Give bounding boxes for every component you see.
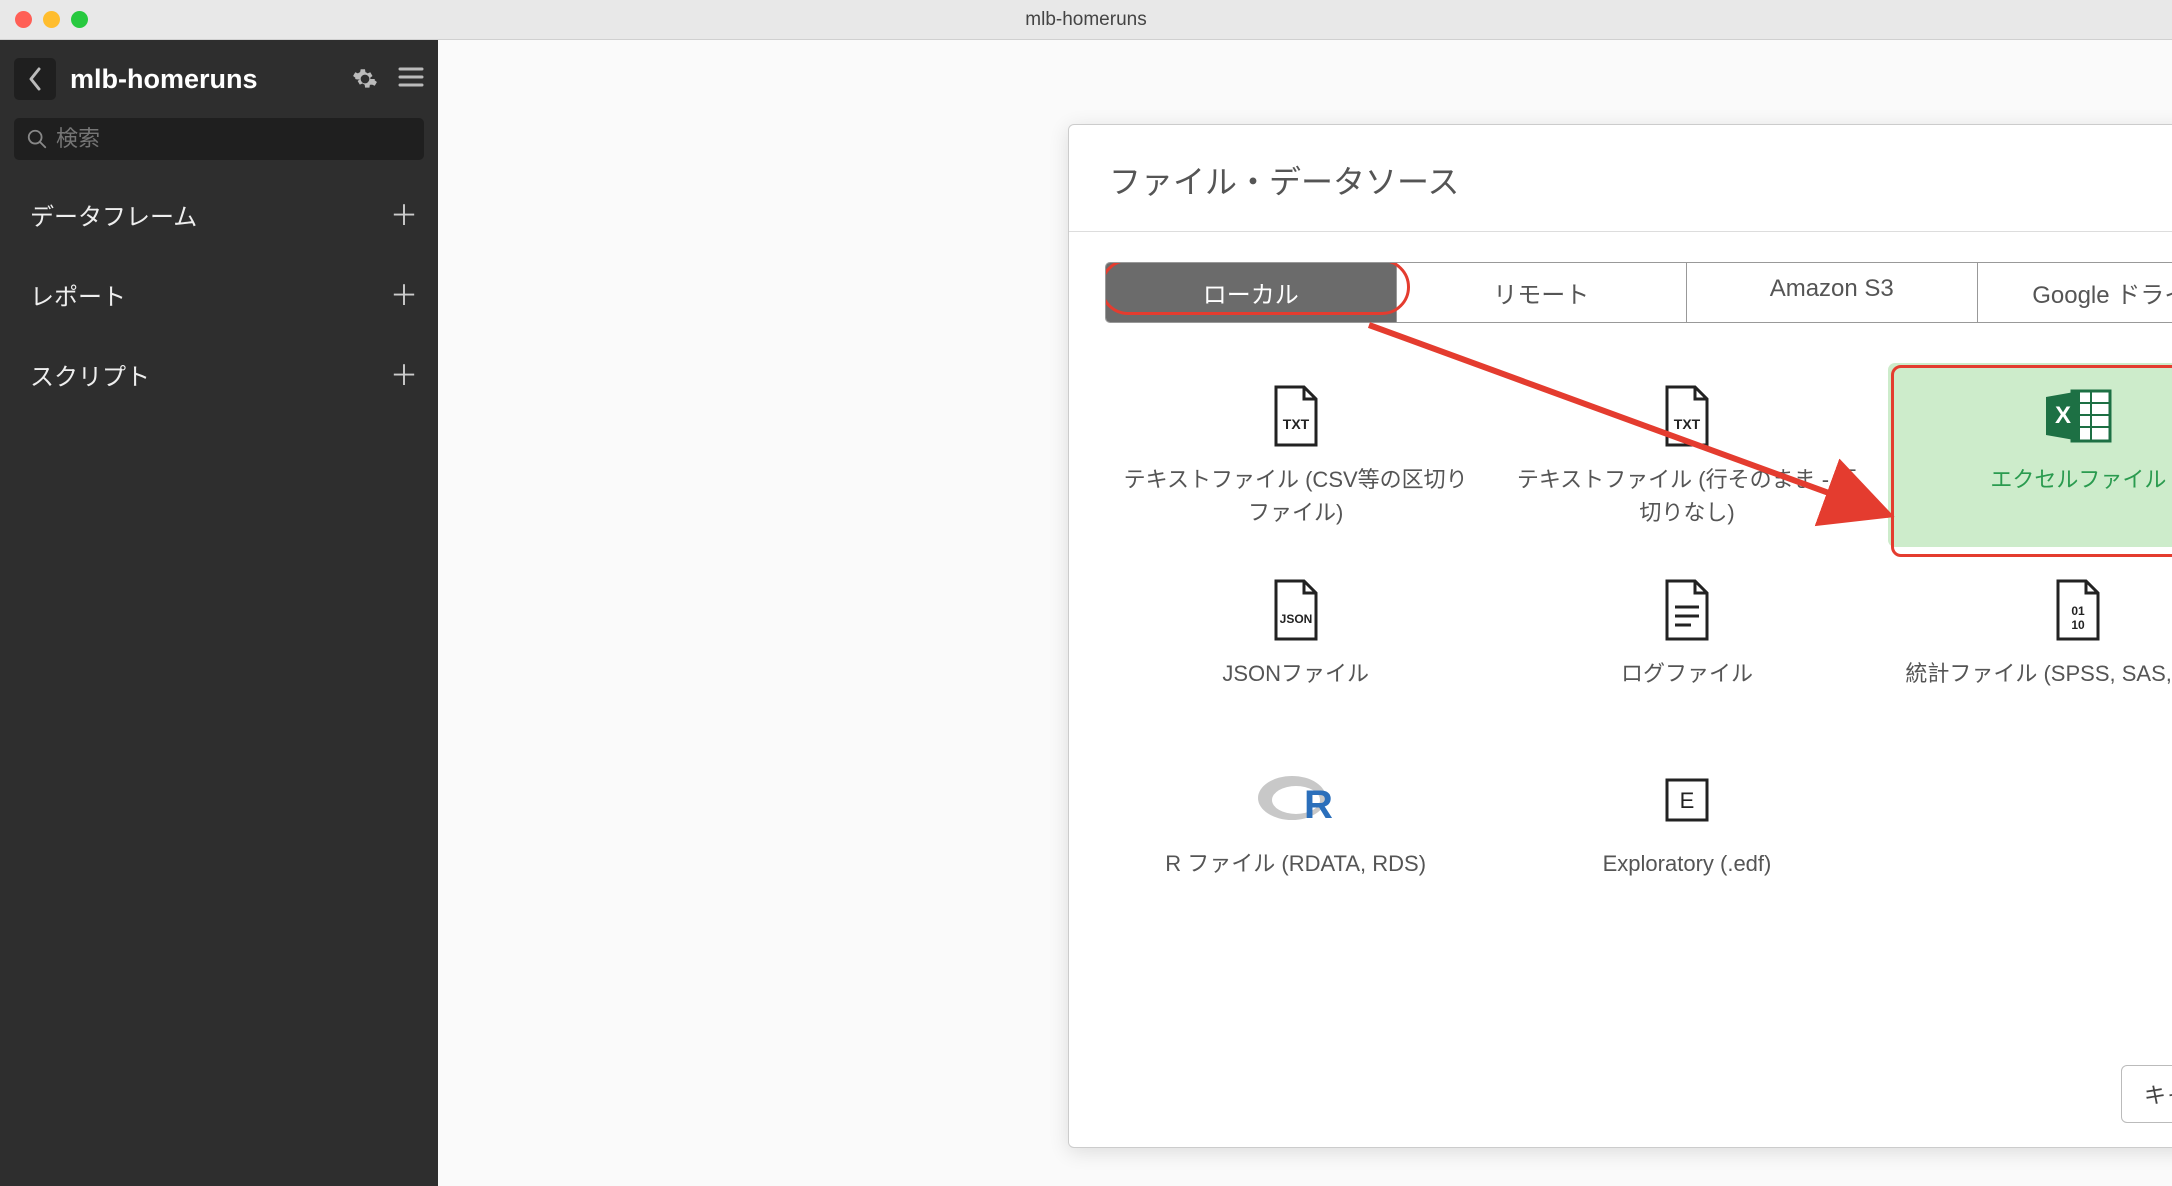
datasource-grid: TXT テキストファイル (CSV等の区切りファイル) TXT テキストファイル…	[1105, 363, 2172, 927]
r-file-icon: R	[1256, 765, 1336, 835]
back-button[interactable]	[14, 58, 56, 100]
source-log[interactable]: ログファイル	[1496, 557, 1877, 737]
project-title: mlb-homeruns	[70, 64, 338, 95]
gear-icon[interactable]	[352, 66, 378, 92]
svg-text:TXT: TXT	[1674, 416, 1701, 432]
sidebar-item-scripts[interactable]: スクリプト ＋	[0, 334, 438, 414]
source-text-delimited[interactable]: TXT テキストファイル (CSV等の区切りファイル)	[1105, 363, 1486, 547]
tab-google-drive[interactable]: Google ドライブ	[1978, 263, 2172, 322]
svg-text:01: 01	[2072, 604, 2086, 618]
modal-header: ファイル・データソース	[1069, 125, 2172, 232]
card-label: R ファイル (RDATA, RDS)	[1165, 847, 1426, 880]
sidebar-item-reports[interactable]: レポート ＋	[0, 254, 438, 334]
file-datasource-modal: ファイル・データソース ローカル リモート Amazon S3 Google ド…	[1068, 124, 2172, 1148]
svg-text:JSON: JSON	[1279, 612, 1312, 626]
maximize-window-icon[interactable]	[71, 11, 88, 28]
tab-remote[interactable]: リモート	[1397, 263, 1688, 322]
card-label: 統計ファイル (SPSS, SAS, STATA)	[1905, 657, 2172, 690]
sidebar: mlb-homeruns データフレーム ＋ レポート ＋ スクリプト ＋	[0, 40, 438, 1186]
traffic-lights	[0, 11, 88, 28]
sidebar-item-label: データフレーム	[30, 197, 197, 232]
plus-icon[interactable]: ＋	[390, 194, 418, 234]
tab-local[interactable]: ローカル	[1106, 263, 1397, 322]
json-file-icon: JSON	[1270, 575, 1322, 645]
cancel-button[interactable]: キャンセル	[2121, 1065, 2172, 1123]
svg-text:TXT: TXT	[1282, 416, 1309, 432]
card-label: テキストファイル (CSV等の区切りファイル)	[1117, 463, 1474, 529]
sidebar-item-dataframes[interactable]: データフレーム ＋	[0, 174, 438, 254]
search-input[interactable]	[48, 126, 412, 152]
menu-icon[interactable]	[398, 66, 424, 92]
search-icon	[26, 128, 48, 150]
plus-icon[interactable]: ＋	[390, 354, 418, 394]
sidebar-item-label: スクリプト	[30, 357, 150, 392]
txt-file-icon: TXT	[1661, 381, 1713, 451]
tab-amazon-s3[interactable]: Amazon S3	[1687, 263, 1978, 322]
excel-file-icon: X	[2042, 381, 2114, 451]
close-window-icon[interactable]	[15, 11, 32, 28]
search-box[interactable]	[14, 118, 424, 160]
sidebar-item-label: レポート	[30, 277, 126, 312]
source-location-tabs: ローカル リモート Amazon S3 Google ドライブ	[1105, 262, 2172, 323]
source-exploratory[interactable]: E Exploratory (.edf)	[1496, 747, 1877, 927]
main-area: リックして い。 クしてくださ ファイル・データソース ローカル リモート Am…	[438, 40, 2172, 1186]
source-r[interactable]: R R ファイル (RDATA, RDS)	[1105, 747, 1486, 927]
card-label: テキストファイル (行そのまま - 区切りなし)	[1508, 463, 1865, 529]
svg-text:X: X	[2055, 402, 2071, 429]
svg-text:10: 10	[2072, 618, 2086, 632]
svg-text:R: R	[1304, 783, 1333, 827]
svg-text:E: E	[1680, 788, 1695, 813]
source-text-raw[interactable]: TXT テキストファイル (行そのまま - 区切りなし)	[1496, 363, 1877, 547]
card-label: エクセルファイル	[1990, 463, 2166, 496]
window-title: mlb-homeruns	[1025, 9, 1146, 31]
stats-file-icon: 0110	[2052, 575, 2104, 645]
source-stats[interactable]: 0110 統計ファイル (SPSS, SAS, STATA)	[1888, 557, 2172, 737]
plus-icon[interactable]: ＋	[390, 274, 418, 314]
card-label: ログファイル	[1621, 657, 1753, 690]
edf-file-icon: E	[1661, 765, 1713, 835]
txt-file-icon: TXT	[1270, 381, 1322, 451]
window-titlebar: mlb-homeruns	[0, 0, 2172, 40]
source-json[interactable]: JSON JSONファイル	[1105, 557, 1486, 737]
chevron-left-icon	[27, 67, 43, 91]
log-file-icon	[1661, 575, 1713, 645]
card-label: Exploratory (.edf)	[1603, 847, 1772, 880]
source-excel[interactable]: X エクセルファイル	[1888, 363, 2172, 547]
card-label: JSONファイル	[1222, 657, 1369, 690]
modal-title: ファイル・データソース	[1109, 157, 2172, 203]
minimize-window-icon[interactable]	[43, 11, 60, 28]
